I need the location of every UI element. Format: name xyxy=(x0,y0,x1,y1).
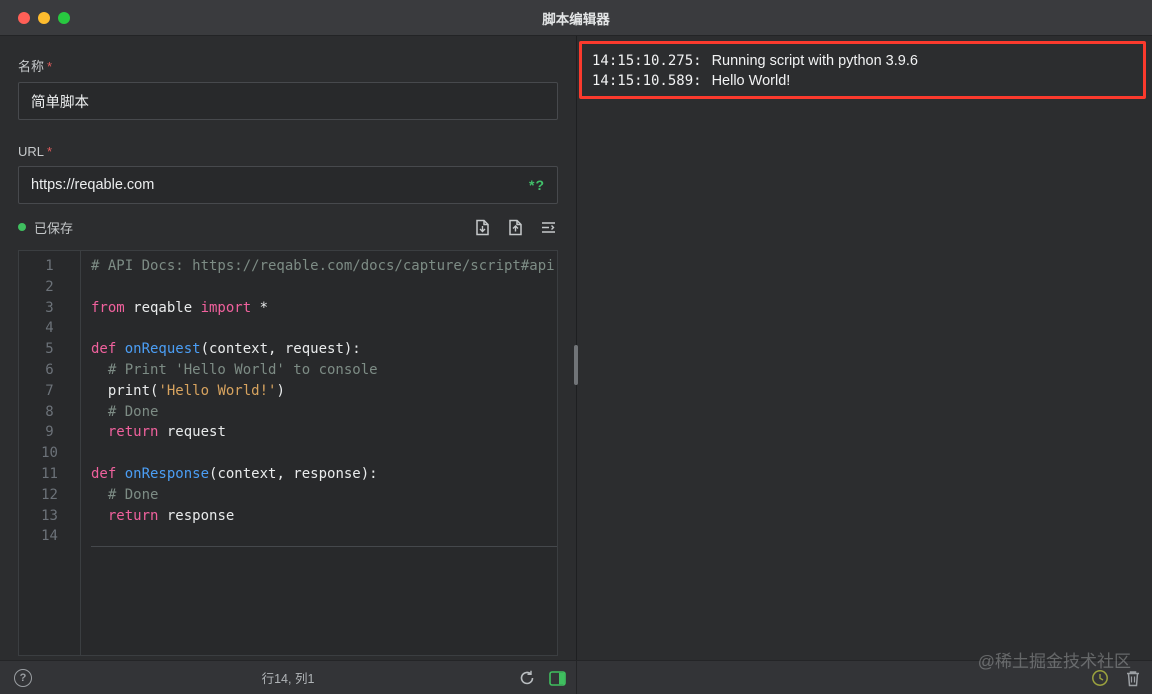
code-line[interactable] xyxy=(91,526,557,548)
minimize-window-button[interactable] xyxy=(38,12,50,24)
script-editor-window: { "window": { "title": "脚本编辑器" }, "form"… xyxy=(0,0,1152,694)
saved-status-label: 已保存 xyxy=(34,220,74,236)
url-pattern-hint[interactable]: *? xyxy=(529,177,545,193)
name-input-value: 简单脚本 xyxy=(31,94,89,111)
toggle-panel-icon[interactable] xyxy=(549,670,566,686)
line-number: 11 xyxy=(41,465,58,482)
maximize-window-button[interactable] xyxy=(58,12,70,24)
code-token: def xyxy=(91,465,125,482)
line-number: 2 xyxy=(45,278,54,295)
console-log-entry: 14:15:10.275: Running script with python … xyxy=(592,51,1133,71)
code-line[interactable]: return request xyxy=(91,422,557,443)
log-message: Hello World! xyxy=(711,73,791,89)
code-token: reqable xyxy=(124,299,201,316)
editor-gutter: 1 2 3 4 5 6 7 8 9 10 11 12 13 14 xyxy=(19,251,81,655)
log-timestamp: 14:15:10.589: xyxy=(592,73,702,89)
url-input[interactable]: https://reqable.com *? xyxy=(18,166,558,204)
code-token: def xyxy=(91,341,125,358)
code-token: # Done xyxy=(91,403,159,420)
window-controls xyxy=(18,12,70,24)
code-line[interactable]: # Done xyxy=(91,402,557,423)
code-token: # Done xyxy=(91,486,159,503)
help-icon[interactable]: ? xyxy=(14,669,32,687)
statusbar-divider xyxy=(576,661,577,694)
name-label-text: 名称 xyxy=(18,59,45,74)
line-number: 13 xyxy=(41,507,58,524)
line-number: 7 xyxy=(45,382,54,399)
format-code-icon[interactable] xyxy=(539,218,558,237)
console-log-entry: 14:15:10.589: Hello World! xyxy=(592,71,1133,91)
code-token: response xyxy=(158,507,235,524)
code-line[interactable]: print('Hello World!') xyxy=(91,381,557,402)
saved-status-dot xyxy=(18,223,26,231)
code-token: import xyxy=(200,299,252,316)
history-clock-icon[interactable] xyxy=(1091,669,1109,687)
window-title: 脚本编辑器 xyxy=(542,11,610,27)
code-line[interactable] xyxy=(91,318,557,339)
line-number: 1 xyxy=(45,258,54,274)
code-token: ) xyxy=(276,382,285,399)
trash-icon[interactable] xyxy=(1125,669,1141,687)
line-number: 14 xyxy=(41,528,58,545)
cursor-position: 行14, 列1 xyxy=(261,672,315,686)
title-bar: 脚本编辑器 xyxy=(0,0,1152,36)
line-number: 10 xyxy=(41,445,58,462)
editor-toolbar: 已保存 xyxy=(18,204,558,250)
required-asterisk: * xyxy=(47,144,53,159)
log-timestamp: 14:15:10.275: xyxy=(592,53,702,69)
line-number: 8 xyxy=(45,403,54,420)
log-message: Running script with python 3.9.6 xyxy=(711,53,918,69)
code-token: * xyxy=(251,299,269,316)
line-number: 3 xyxy=(45,299,54,316)
code-line[interactable]: return response xyxy=(91,506,557,527)
editor-code[interactable]: # API Docs: https://reqable.com/docs/cap… xyxy=(81,251,557,655)
url-label: URL * xyxy=(18,144,558,159)
line-number: 6 xyxy=(45,361,54,378)
line-number: 4 xyxy=(45,320,54,337)
code-token: (context, response): xyxy=(209,465,378,482)
line-number: 9 xyxy=(45,424,54,441)
console-output: 14:15:10.275: Running script with python … xyxy=(579,41,1146,99)
refresh-icon[interactable] xyxy=(518,669,536,687)
code-line[interactable] xyxy=(91,277,557,298)
required-asterisk: * xyxy=(47,59,53,74)
code-token: (context, request): xyxy=(200,341,361,358)
name-input[interactable]: 简单脚本 xyxy=(18,82,558,120)
code-line[interactable]: def onRequest(context, request): xyxy=(91,339,557,360)
script-panel: 名称 * 简单脚本 URL * https://reqable.com *? 已保存 xyxy=(0,36,577,660)
url-label-text: URL xyxy=(18,144,45,159)
url-input-value: https://reqable.com xyxy=(31,177,155,193)
line-number: 5 xyxy=(45,341,54,358)
panel-resize-handle[interactable] xyxy=(574,345,578,385)
code-token: return xyxy=(91,507,159,524)
code-line[interactable] xyxy=(91,443,557,464)
console-panel: 14:15:10.275: Running script with python … xyxy=(577,36,1152,660)
open-script-file-icon[interactable] xyxy=(473,218,492,237)
name-label: 名称 * xyxy=(18,56,558,75)
code-token: # API Docs: https://reqable.com/docs/cap… xyxy=(91,258,555,274)
code-line[interactable]: def onResponse(context, response): xyxy=(91,464,557,485)
code-token: onResponse xyxy=(124,465,210,482)
code-token: from xyxy=(91,299,125,316)
code-line[interactable]: # Done xyxy=(91,485,557,506)
code-editor[interactable]: 1 2 3 4 5 6 7 8 9 10 11 12 13 14 # API Docs: https://… xyxy=(18,250,558,656)
close-window-button[interactable] xyxy=(18,12,30,24)
code-token: onRequest xyxy=(124,341,201,358)
line-number: 12 xyxy=(41,486,58,503)
code-token: 'Hello World!' xyxy=(158,382,277,399)
main-area: 名称 * 简单脚本 URL * https://reqable.com *? 已保存 xyxy=(0,36,1152,660)
code-line[interactable]: # API Docs: https://reqable.com/docs/cap… xyxy=(91,256,557,277)
toolbar-icons xyxy=(473,218,558,237)
console-statusbar-icons xyxy=(1091,669,1141,687)
status-bar: ? 行14, 列1 xyxy=(0,660,1152,694)
editor-statusbar-icons xyxy=(518,669,566,687)
export-script-file-icon[interactable] xyxy=(506,218,525,237)
code-token: # Print 'Hello World' to console xyxy=(91,361,378,378)
code-token: return xyxy=(91,424,159,441)
code-line[interactable]: # Print 'Hello World' to console xyxy=(91,360,557,381)
code-line[interactable]: from reqable import * xyxy=(91,298,557,319)
code-token: request xyxy=(158,424,226,441)
code-token: print( xyxy=(91,382,159,399)
